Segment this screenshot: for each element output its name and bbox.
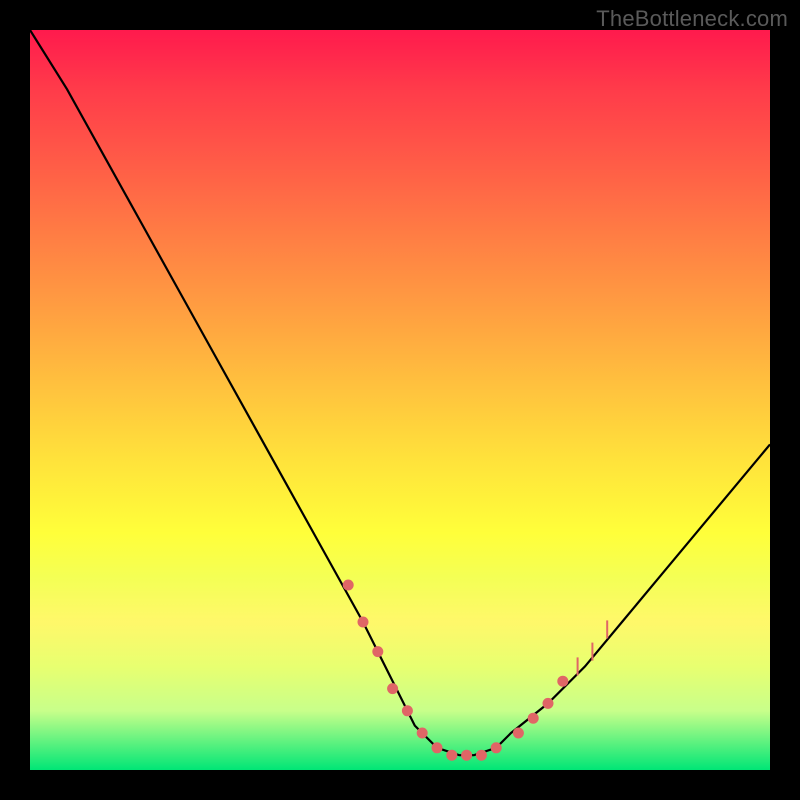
marker-dot xyxy=(388,684,398,694)
marker-dot xyxy=(491,743,501,753)
marker-dot xyxy=(447,750,457,760)
curve-markers xyxy=(343,580,607,760)
marker-dot xyxy=(558,676,568,686)
marker-dot xyxy=(373,647,383,657)
marker-dot xyxy=(528,713,538,723)
marker-dot xyxy=(432,743,442,753)
marker-dot xyxy=(402,706,412,716)
curve-path xyxy=(30,30,770,755)
watermark-text: TheBottleneck.com xyxy=(596,6,788,32)
marker-dot xyxy=(358,617,368,627)
chart-frame: TheBottleneck.com xyxy=(0,0,800,800)
plot-area xyxy=(30,30,770,770)
marker-dot xyxy=(462,750,472,760)
bottleneck-curve xyxy=(30,30,770,770)
marker-dot xyxy=(343,580,353,590)
marker-dot xyxy=(417,728,427,738)
marker-dot xyxy=(513,728,523,738)
marker-dot xyxy=(543,698,553,708)
marker-dot xyxy=(476,750,486,760)
